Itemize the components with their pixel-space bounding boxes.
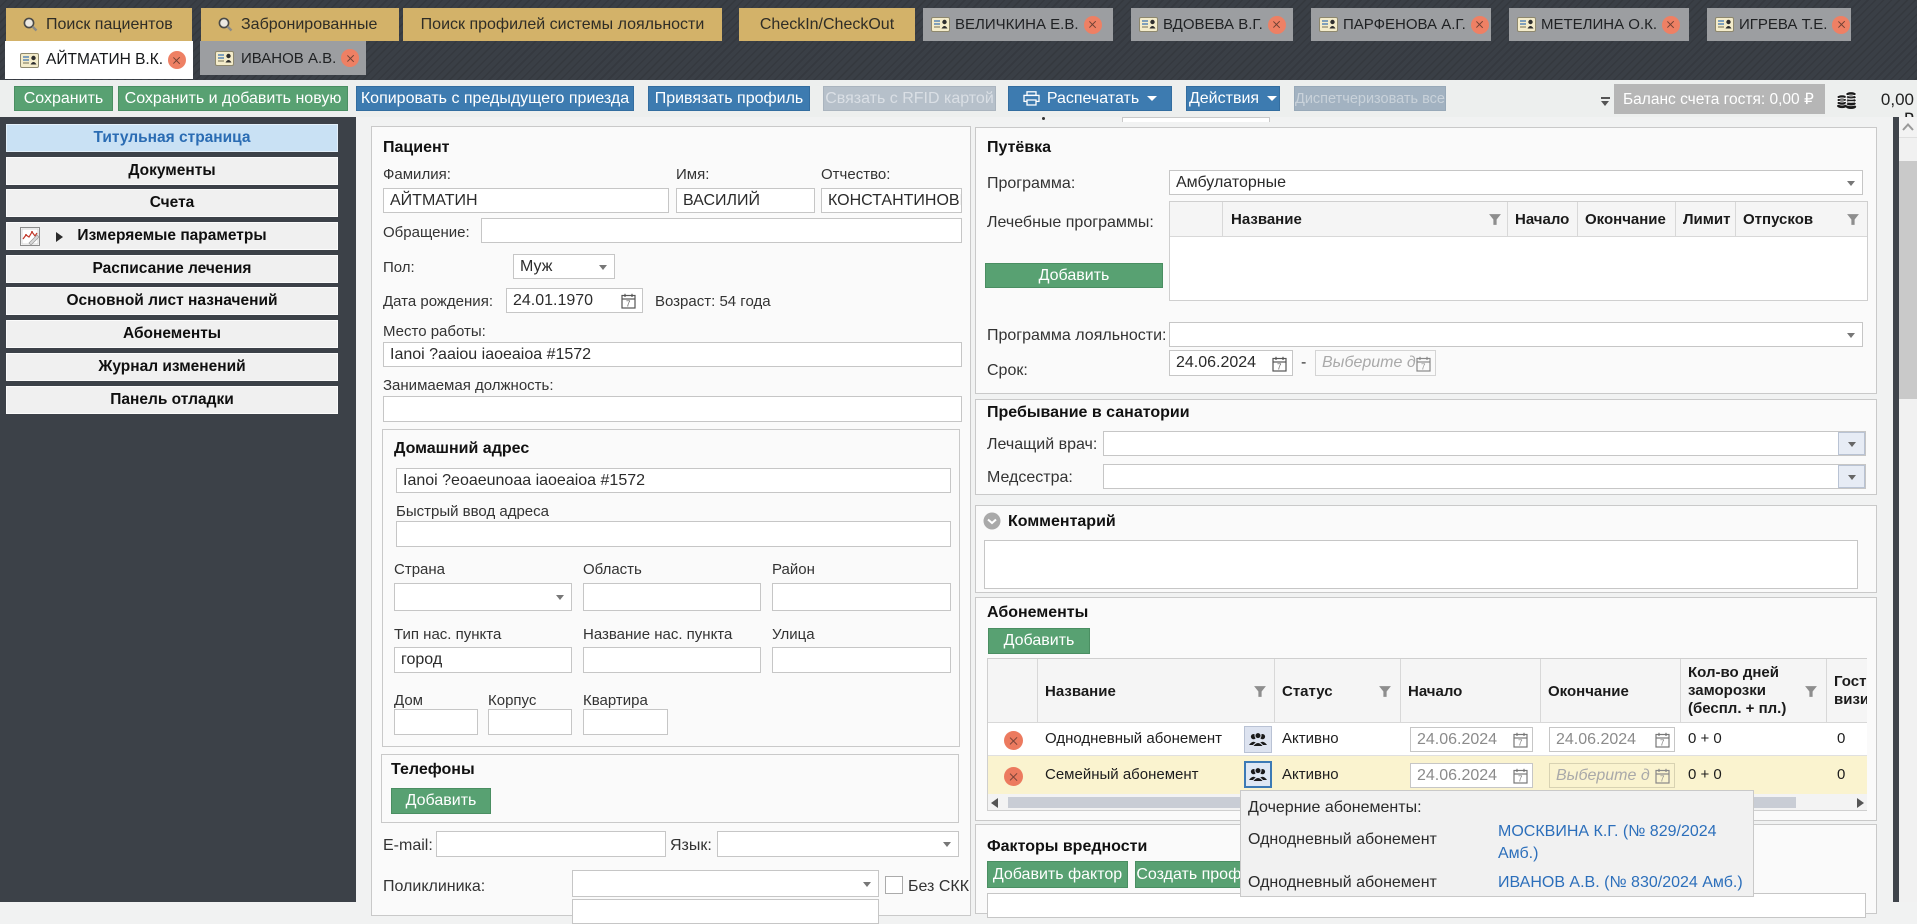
svg-text:7: 7 xyxy=(1277,363,1282,372)
svg-text:7: 7 xyxy=(1660,739,1665,748)
svg-text:7: 7 xyxy=(1660,775,1665,784)
svg-text:7: 7 xyxy=(1518,739,1523,748)
svg-text:7: 7 xyxy=(626,300,631,309)
svg-text:7: 7 xyxy=(1518,775,1523,784)
svg-text:7: 7 xyxy=(1421,363,1426,372)
